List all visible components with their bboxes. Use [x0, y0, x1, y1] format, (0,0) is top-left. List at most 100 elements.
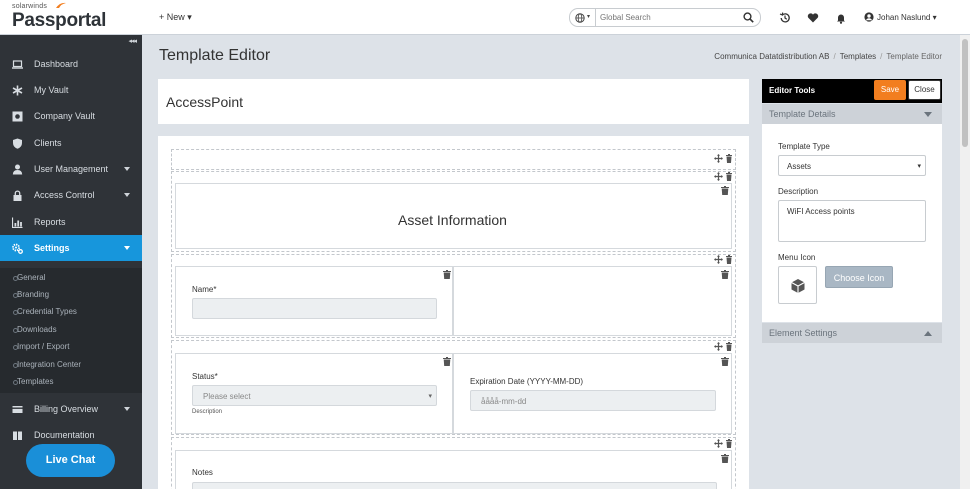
field-cell[interactable]: Notes: [175, 450, 732, 489]
user-name: Johan Naslund ▾: [877, 13, 937, 22]
scrollbar-thumb[interactable]: [962, 39, 968, 147]
cube-icon: [791, 279, 805, 293]
trash-icon: [726, 154, 732, 163]
template-details-panel: Template Type Assets ▾ Description WiFI …: [762, 124, 942, 322]
trash-icon[interactable]: [443, 357, 451, 366]
choose-icon-button[interactable]: Choose Icon: [825, 266, 893, 288]
move-trash-controls[interactable]: [714, 172, 734, 181]
save-button[interactable]: Save: [874, 80, 906, 100]
trash-icon[interactable]: [721, 357, 729, 366]
history-icon[interactable]: [779, 12, 791, 24]
move-icon: [714, 154, 723, 163]
collapse-sidebar-icon[interactable]: ◂◂◂: [128, 37, 136, 45]
move-icon: [714, 255, 723, 264]
flame-icon: [56, 2, 66, 8]
submenu-item-branding[interactable]: Branding: [12, 290, 49, 299]
breadcrumb-current: Template Editor: [886, 52, 942, 61]
page-scrollbar[interactable]: [960, 35, 970, 489]
template-type-select[interactable]: Assets ▾: [778, 155, 926, 176]
lock-icon: [13, 190, 22, 201]
sidebar-item-label: Dashboard: [34, 59, 79, 69]
submenu-item-templates[interactable]: Templates: [12, 377, 53, 386]
sidebar-item-company-vault[interactable]: Company Vault: [0, 103, 142, 129]
passportal-logo[interactable]: solarwinds Passportal: [12, 2, 122, 33]
user-circle-icon: [864, 12, 874, 22]
description-textarea[interactable]: WiFI Access points: [778, 200, 926, 242]
breadcrumb-templates[interactable]: Templates: [840, 52, 876, 61]
notes-input[interactable]: [192, 482, 717, 489]
settings-submenu: General Branding Credential Types Downlo…: [0, 268, 142, 393]
sidebar-item-label: Settings: [34, 243, 70, 253]
trash-icon[interactable]: [721, 454, 729, 463]
sidebar-item-billing-overview[interactable]: Billing Overview: [0, 396, 142, 422]
template-type-label: Template Type: [778, 142, 830, 151]
page-title: Template Editor: [159, 47, 271, 64]
field-cell[interactable]: Status* Please select ▾ Description: [175, 353, 453, 434]
section-cell[interactable]: Asset Information: [175, 183, 732, 249]
book-icon: [13, 431, 22, 440]
status-select[interactable]: Please select ▾: [192, 385, 437, 406]
element-settings-title: Element Settings: [769, 328, 838, 338]
live-chat-button[interactable]: Live Chat: [26, 444, 115, 477]
caret-down-icon: [924, 112, 932, 117]
close-button[interactable]: Close: [908, 80, 941, 100]
sidebar-item-label: Reports: [34, 217, 66, 227]
sidebar-item-label: Billing Overview: [34, 404, 99, 414]
field-cell[interactable]: Expiration Date (YYYY-MM-DD) åååå-mm-dd: [453, 353, 732, 434]
breadcrumb-company[interactable]: Communica Datatdistribution AB: [714, 52, 829, 61]
trash-icon[interactable]: [443, 270, 451, 279]
sidebar-item-label: Company Vault: [34, 111, 95, 121]
template-name-panel[interactable]: AccessPoint: [158, 79, 749, 124]
submenu-item-downloads[interactable]: Downloads: [13, 325, 57, 334]
search-input[interactable]: [596, 9, 736, 26]
field-cell[interactable]: Name*: [175, 266, 453, 336]
chevron-down-icon: ▾: [917, 163, 921, 170]
expiration-label: Expiration Date (YYYY-MM-DD): [470, 377, 584, 386]
move-trash-controls[interactable]: [714, 439, 734, 448]
move-icon: [714, 342, 723, 351]
new-menu-button[interactable]: + New ▾: [159, 12, 192, 23]
name-input[interactable]: [192, 298, 437, 319]
sidebar-item-reports[interactable]: Reports: [0, 209, 142, 235]
name-label: Name*: [192, 285, 217, 294]
menu-icon-label: Menu Icon: [778, 253, 816, 262]
search-scope-button[interactable]: ▾: [569, 8, 596, 27]
search-icon[interactable]: [743, 12, 754, 23]
template-details-header[interactable]: Template Details: [762, 104, 942, 124]
shield-icon: [13, 138, 22, 149]
chevron-down-icon: ▾: [587, 14, 591, 20]
submenu-item-import-export[interactable]: Import / Export: [12, 342, 69, 351]
chevron-down-icon: ▾: [428, 393, 432, 400]
sidebar-item-access-control[interactable]: Access Control: [0, 182, 142, 208]
move-trash-controls[interactable]: [714, 255, 734, 264]
status-label: Status*: [192, 372, 218, 381]
safe-icon: [12, 111, 23, 122]
empty-cell[interactable]: [453, 266, 732, 336]
menu-icon-preview: [778, 266, 817, 304]
sidebar-item-dashboard[interactable]: Dashboard: [0, 51, 142, 77]
sidebar-item-my-vault[interactable]: My Vault: [0, 77, 142, 103]
sidebar-item-clients[interactable]: Clients: [0, 130, 142, 156]
submenu-item-integration-center[interactable]: Integration Center: [12, 360, 81, 369]
trash-icon: [726, 172, 732, 181]
bell-icon[interactable]: [835, 12, 847, 24]
expiration-date-input[interactable]: åååå-mm-dd: [470, 390, 716, 411]
element-settings-header[interactable]: Element Settings: [762, 323, 942, 343]
sidebar-item-settings[interactable]: Settings: [0, 235, 142, 261]
user-menu[interactable]: Johan Naslund ▾: [864, 12, 937, 22]
caret-up-icon: [924, 331, 932, 336]
submenu-item-credential-types[interactable]: Credential Types: [13, 307, 77, 316]
move-icon: [714, 439, 723, 448]
chevron-down-icon: [124, 407, 130, 411]
chevron-down-icon: [124, 193, 130, 197]
trash-icon[interactable]: [721, 270, 729, 279]
template-name[interactable]: AccessPoint: [166, 94, 243, 110]
move-trash-controls[interactable]: [714, 342, 734, 351]
empty-drop-row[interactable]: [171, 149, 736, 170]
submenu-item-general[interactable]: General: [12, 273, 45, 282]
sidebar-item-user-management[interactable]: User Management: [0, 156, 142, 182]
trash-icon[interactable]: [721, 186, 729, 195]
trash-icon: [726, 342, 732, 351]
move-trash-controls[interactable]: [714, 154, 734, 163]
heart-icon[interactable]: [807, 12, 819, 24]
